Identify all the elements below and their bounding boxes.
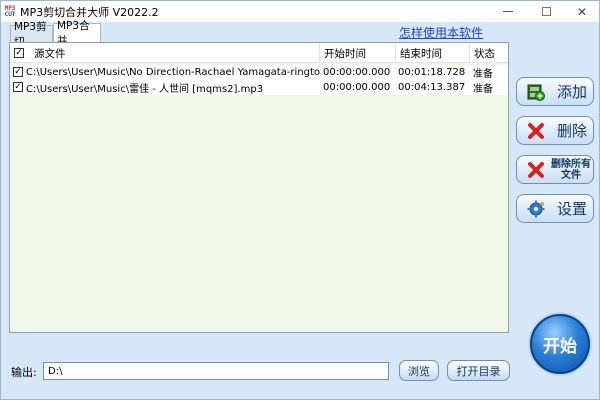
delete-all-label-line2: 文件 — [561, 169, 581, 181]
close-button[interactable]: ✕ — [564, 1, 600, 22]
add-button[interactable]: 添加 — [516, 77, 594, 106]
output-path-input[interactable] — [43, 362, 389, 380]
app-window: MP3 CUT MP3剪切合并大师 V2022.2 ✕ 怎样使用本软件 MP3剪… — [0, 0, 600, 400]
file-list[interactable]: ✓ 源文件 开始时间 结束时间 状态 ✓ C:\Users\User\Music… — [9, 42, 509, 333]
delete-all-x-icon — [528, 162, 544, 178]
column-header-status[interactable]: 状态 — [470, 43, 508, 63]
delete-all-button-label: 删除所有 文件 — [551, 159, 591, 181]
delete-button-label: 删除 — [557, 122, 588, 140]
table-row[interactable]: ✓ C:\Users\User\Music\No Direction-Racha… — [10, 65, 508, 80]
column-header-end[interactable]: 结束时间 — [396, 43, 470, 63]
row-status: 准备 — [473, 84, 493, 95]
delete-all-label-line1: 删除所有 — [551, 158, 591, 170]
row-end-time: 00:01:18.728 — [398, 67, 466, 78]
row-start-time: 00:00:00.000 — [323, 82, 391, 93]
row-end-time: 00:04:13.387 — [398, 82, 466, 93]
settings-button[interactable]: 设置 — [516, 194, 594, 223]
column-header-source-label: 源文件 — [34, 47, 66, 60]
row-checkbox[interactable]: ✓ — [13, 82, 23, 92]
browse-button[interactable]: 浏览 — [399, 360, 439, 381]
list-header: ✓ 源文件 开始时间 结束时间 状态 — [10, 43, 508, 63]
row-status: 准备 — [473, 69, 493, 80]
select-all-checkbox[interactable]: ✓ — [14, 48, 24, 58]
output-label: 输出: — [11, 366, 37, 379]
row-checkbox[interactable]: ✓ — [13, 67, 23, 77]
table-row[interactable]: ✓ C:\Users\User\Music\雷佳 - 人世间 [mqms2].m… — [10, 80, 508, 95]
app-logo-text-bottom: CUT — [4, 10, 16, 18]
delete-x-icon — [528, 123, 544, 139]
gear-icon — [527, 200, 545, 218]
column-header-start[interactable]: 开始时间 — [320, 43, 396, 63]
close-icon: ✕ — [576, 4, 588, 19]
column-header-source[interactable]: ✓ 源文件 — [10, 43, 320, 63]
settings-button-label: 设置 — [557, 200, 588, 218]
maximize-icon — [541, 7, 551, 16]
minimize-button[interactable] — [490, 1, 526, 22]
delete-all-button[interactable]: 删除所有 文件 — [516, 155, 594, 184]
row-start-time: 00:00:00.000 — [323, 67, 391, 78]
maximize-button[interactable] — [528, 1, 564, 22]
delete-button[interactable]: 删除 — [516, 116, 594, 145]
tab-mp3-cut[interactable]: MP3剪切 — [10, 21, 53, 48]
add-film-icon — [527, 84, 545, 101]
open-directory-button[interactable]: 打开目录 — [447, 360, 510, 381]
app-logo-icon: MP3 CUT — [3, 3, 17, 20]
row-file-path: C:\Users\User\Music\No Direction-Rachael… — [26, 67, 320, 78]
row-file-path: C:\Users\User\Music\雷佳 - 人世间 [mqms2].mp3 — [26, 84, 264, 95]
start-button[interactable]: 开始 — [530, 314, 590, 374]
add-button-label: 添加 — [557, 83, 588, 101]
help-link[interactable]: 怎样使用本软件 — [399, 24, 483, 41]
tab-mp3-merge[interactable]: MP3合并 — [53, 20, 101, 47]
minimize-icon — [503, 11, 513, 12]
